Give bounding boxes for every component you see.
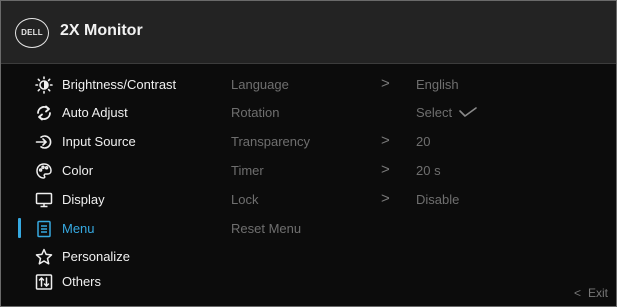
osd-title: 2X Monitor xyxy=(60,22,143,39)
osd-header: DELL 2X Monitor xyxy=(1,1,616,64)
monitor-osd-window: DELL 2X Monitor Brightness/Contrast Auto… xyxy=(0,0,617,307)
submenu-label: Lock xyxy=(231,192,259,207)
checkmark-icon xyxy=(458,106,478,121)
submenu-label: Timer xyxy=(231,163,264,178)
submenu-row-transparency[interactable]: Transparency > 20 xyxy=(1,127,616,155)
submenu-label: Transparency xyxy=(231,134,310,149)
submenu-row-timer[interactable]: Timer > 20 s xyxy=(1,156,616,184)
submenu-value-text: Select xyxy=(416,105,453,120)
chevron-right-icon: > xyxy=(381,75,390,92)
submenu-label: Reset Menu xyxy=(231,221,302,236)
exit-button[interactable]: < Exit xyxy=(574,286,608,300)
chevron-left-icon: < xyxy=(573,286,581,300)
submenu-value: English xyxy=(416,77,459,92)
chevron-right-icon: > xyxy=(381,132,390,149)
submenu-row-rotation[interactable]: Rotation Select xyxy=(1,98,616,126)
submenu-value: 20 xyxy=(416,134,431,149)
submenu-row-reset-menu[interactable]: Reset Menu xyxy=(1,214,616,242)
menu-item-label: Others xyxy=(62,274,102,289)
menu-item-personalize[interactable]: Personalize xyxy=(1,242,211,270)
submenu-row-lock[interactable]: Lock > Disable xyxy=(1,185,616,213)
dell-logo: DELL xyxy=(15,18,49,48)
submenu-value: 20 s xyxy=(416,163,441,178)
chevron-right-icon: > xyxy=(381,190,390,207)
submenu-row-language[interactable]: Language > English xyxy=(1,70,616,98)
submenu-value: Disable xyxy=(416,192,460,207)
submenu-label: Rotation xyxy=(231,105,280,120)
star-icon xyxy=(35,248,53,266)
menu-item-label: Personalize xyxy=(62,249,130,264)
menu-item-others[interactable]: Others xyxy=(1,267,211,295)
exit-label: Exit xyxy=(587,286,608,300)
chevron-right-icon: > xyxy=(381,161,390,178)
submenu-label: Language xyxy=(231,77,289,92)
submenu-value: Select xyxy=(416,105,478,121)
others-icon xyxy=(35,273,53,291)
